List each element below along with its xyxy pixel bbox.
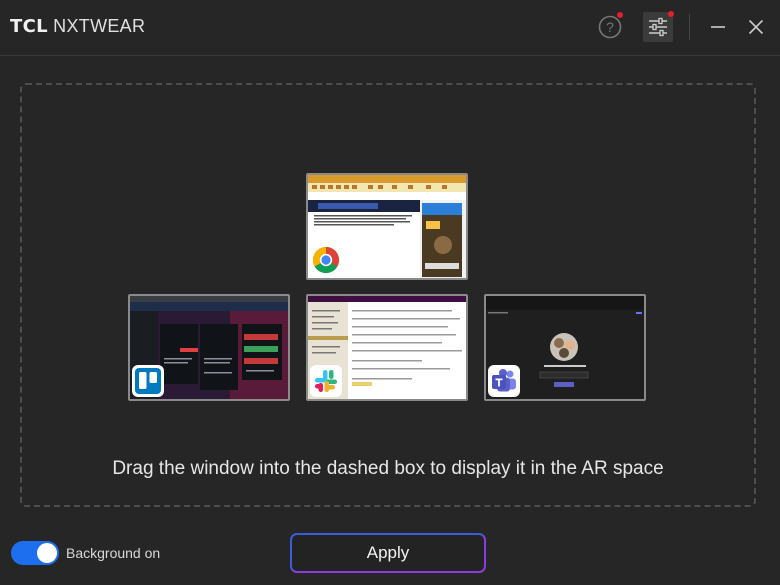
chrome-icon xyxy=(312,246,340,274)
chrome-app-badge xyxy=(310,244,342,276)
settings-button[interactable] xyxy=(643,11,674,42)
minimize-button[interactable] xyxy=(703,12,733,42)
toolbar-divider xyxy=(689,14,690,40)
app-logo: TCL NXTWEAR xyxy=(10,16,145,37)
notification-dot xyxy=(668,11,674,17)
window-thumbnail-trello[interactable] xyxy=(128,294,290,401)
window-thumbnail-teams[interactable] xyxy=(484,294,646,401)
background-toggle[interactable] xyxy=(11,541,59,565)
close-button[interactable] xyxy=(741,12,771,42)
trello-app-badge xyxy=(132,365,164,397)
help-button[interactable]: ? xyxy=(595,12,625,42)
close-icon xyxy=(748,19,764,35)
teams-app-badge xyxy=(488,365,520,397)
minimize-icon xyxy=(711,26,725,28)
notification-dot xyxy=(617,12,623,18)
apply-button[interactable]: Apply xyxy=(290,533,486,573)
teams-icon xyxy=(492,369,516,392)
title-bar: TCL NXTWEAR ? xyxy=(0,0,780,56)
slack-icon xyxy=(315,370,337,392)
drop-zone-instructions: Drag the window into the dashed box to d… xyxy=(112,458,664,479)
help-circle-icon: ? xyxy=(598,15,622,39)
brand-product: NXTWEAR xyxy=(53,16,146,36)
toggle-knob xyxy=(37,543,57,563)
svg-text:?: ? xyxy=(606,19,614,35)
brand-name: TCL xyxy=(10,16,48,37)
sliders-icon xyxy=(649,17,667,37)
trello-icon xyxy=(135,368,161,394)
window-thumbnail-chrome[interactable] xyxy=(306,173,468,280)
window-thumbnail-slack[interactable] xyxy=(306,294,468,401)
slack-app-badge xyxy=(310,365,342,397)
background-toggle-label: Background on xyxy=(66,545,161,561)
